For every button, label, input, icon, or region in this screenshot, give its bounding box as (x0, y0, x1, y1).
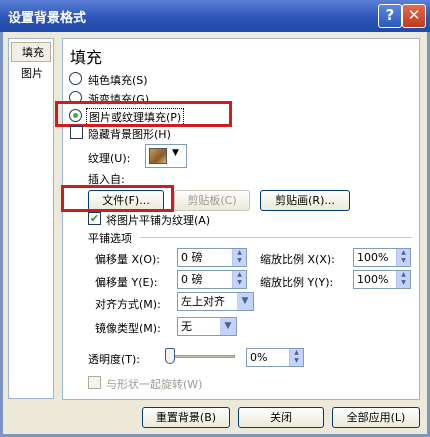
tile-texture-checkbox[interactable]: ✔ (88, 212, 101, 225)
mirror-type-select[interactable]: 无 ▼ (177, 317, 237, 336)
apply-all-button[interactable]: 全部应用(L) (332, 407, 420, 428)
spinner-icon[interactable]: ▲ ▼ (232, 249, 246, 266)
mirror-type-label: 镜像类型(M): (95, 322, 161, 335)
scale-x-input[interactable]: 100% ▲ ▼ (353, 248, 411, 267)
tile-texture-label: 将图片平铺为纹理(A) (106, 214, 211, 227)
alignment-label: 对齐方式(M): (95, 298, 161, 311)
spinner-icon[interactable]: ▲ ▼ (396, 249, 410, 266)
hide-bg-graphics-checkbox[interactable] (70, 126, 83, 139)
highlight-box-radio (55, 101, 232, 127)
scale-y-input[interactable]: 100% ▲ ▼ (353, 270, 411, 289)
texture-picker[interactable]: ▼ (145, 144, 187, 168)
rotate-with-shape-checkbox[interactable] (88, 376, 101, 389)
scale-x-value: 100% (357, 251, 389, 264)
spinner-icon[interactable]: ▲ ▼ (396, 271, 410, 288)
solid-fill-radio[interactable] (69, 72, 82, 85)
texture-swatch (149, 148, 167, 164)
scale-y-label: 缩放比例 Y(Y): (260, 276, 334, 289)
hide-bg-graphics-label: 隐藏背景图形(H) (88, 128, 171, 141)
window-title: 设置背景格式 (8, 11, 87, 26)
nav-item-fill[interactable]: 填充 (11, 42, 51, 62)
transparency-slider-thumb[interactable] (165, 348, 175, 364)
alignment-select[interactable]: 左上对齐 ▼ (177, 292, 254, 311)
help-icon[interactable]: ? (378, 4, 402, 28)
rotate-with-shape-label: 与形状一起旋转(W) (106, 378, 203, 391)
close-icon[interactable]: ✕ (402, 4, 426, 28)
chevron-down-icon[interactable]: ▼ (237, 293, 253, 310)
transparency-slider-track[interactable] (167, 355, 235, 358)
category-list: 填充 图片 (8, 38, 54, 399)
chevron-down-icon: ▼ (172, 148, 179, 158)
chevron-down-icon[interactable]: ▼ (220, 318, 236, 335)
clipboard-button[interactable]: 剪贴板(C) (174, 190, 250, 211)
tile-options-heading: 平铺选项 (88, 232, 132, 245)
offset-y-input[interactable]: 0 磅 ▲ ▼ (177, 270, 247, 289)
transparency-input[interactable]: 0% ▲ ▼ (246, 348, 304, 367)
alignment-value: 左上对齐 (181, 295, 225, 308)
texture-label: 纹理(U): (88, 152, 131, 165)
solid-fill-label: 纯色填充(S) (88, 74, 148, 87)
group-divider (140, 237, 412, 238)
close-button[interactable]: 关闭 (238, 407, 324, 428)
offset-x-label: 偏移量 X(O): (95, 253, 160, 266)
offset-x-value: 0 磅 (181, 251, 203, 264)
offset-x-input[interactable]: 0 磅 ▲ ▼ (177, 248, 247, 267)
reset-background-button[interactable]: 重置背景(B) (142, 407, 230, 428)
clipart-button[interactable]: 剪贴画(R)... (260, 190, 350, 211)
scale-x-label: 缩放比例 X(X): (260, 253, 335, 266)
offset-y-label: 偏移量 Y(E): (95, 276, 158, 289)
transparency-value: 0% (250, 351, 268, 364)
transparency-label: 透明度(T): (88, 353, 141, 366)
scale-y-value: 100% (357, 273, 389, 286)
highlight-box-file (61, 185, 174, 212)
offset-y-value: 0 磅 (181, 273, 203, 286)
nav-item-picture[interactable]: 图片 (11, 64, 51, 84)
spinner-icon[interactable]: ▲ ▼ (289, 349, 303, 366)
section-heading: 填充 (70, 48, 103, 67)
mirror-type-value: 无 (181, 320, 192, 333)
spinner-icon[interactable]: ▲ ▼ (232, 271, 246, 288)
